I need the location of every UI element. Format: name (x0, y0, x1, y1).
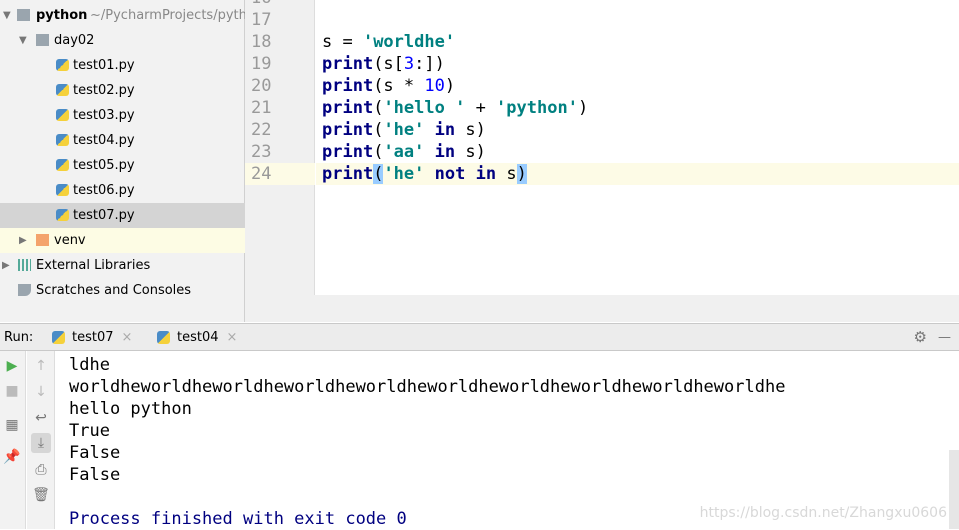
run-tab-test07[interactable]: test07 × (52, 324, 132, 351)
editor-bottom-area (245, 295, 959, 322)
print-icon[interactable]: ⎙ (31, 460, 51, 480)
code-line-24: print('he' not in s) (316, 163, 959, 185)
python-file-icon (56, 209, 69, 221)
tree-file[interactable]: test04.py (0, 128, 245, 153)
line-number: 18 (251, 32, 272, 52)
console-line: ldhe (69, 355, 110, 375)
code-editor[interactable]: s = 'worldhe' print(s[3:]) print(s * 10)… (316, 0, 959, 295)
gear-icon[interactable]: ⚙ (914, 324, 927, 351)
arrow-up-icon[interactable]: ↑ (31, 356, 51, 376)
watermark: https://blog.csdn.net/Zhangxu0606 (699, 505, 947, 521)
code-line-23: print('aa' in s) (322, 142, 486, 162)
library-icon (18, 259, 31, 271)
chevron-down-icon[interactable]: ▼ (3, 3, 11, 28)
tree-folder-day02[interactable]: ▼ day02 (0, 28, 245, 53)
console-line: False (69, 443, 121, 463)
chevron-down-icon[interactable]: ▼ (19, 28, 27, 53)
folder-icon (36, 34, 49, 46)
line-number: 16 (245, 0, 315, 9)
python-file-icon (56, 159, 69, 171)
arrow-down-icon[interactable]: ↓ (31, 382, 51, 402)
project-tree: ▼ python ~/PycharmProjects/pyth ▼ day02 … (0, 0, 247, 322)
rerun-icon[interactable]: ▶ (2, 356, 22, 376)
chevron-right-icon[interactable]: ▶ (2, 253, 10, 278)
console-line: False (69, 465, 121, 485)
python-icon (52, 331, 65, 344)
tree-file[interactable]: test07.py (0, 203, 245, 228)
pin-icon[interactable]: 📌 (2, 447, 22, 467)
line-number: 17 (251, 10, 272, 30)
close-icon[interactable]: × (227, 330, 238, 345)
scroll-to-end-icon[interactable]: ⤓ (31, 433, 51, 453)
console-line: Process finished with exit code 0 (69, 509, 407, 529)
tree-file[interactable]: test01.py (0, 53, 245, 78)
console-line: True (69, 421, 110, 441)
line-number: 22 (251, 120, 272, 140)
tree-file[interactable]: test06.py (0, 178, 245, 203)
line-number: 19 (251, 54, 272, 74)
tree-folder-venv[interactable]: ▶ venv (0, 228, 245, 253)
tree-external-libraries[interactable]: ▶ External Libraries (0, 253, 245, 278)
folder-icon (17, 9, 30, 21)
python-icon (157, 331, 170, 344)
code-line-19: print(s[3:]) (322, 54, 445, 74)
tree-file[interactable]: test02.py (0, 78, 245, 103)
run-left-toolbar: ▶ ■ ▦ 📌 (0, 351, 26, 529)
chevron-right-icon[interactable]: ▶ (19, 228, 27, 253)
soft-wrap-icon[interactable]: ↩ (31, 408, 51, 428)
minimize-icon[interactable]: — (938, 324, 951, 351)
code-line-20: print(s * 10) (322, 76, 456, 96)
run-tab-test04[interactable]: test04 × (157, 324, 237, 351)
line-number: 20 (251, 76, 272, 96)
close-icon[interactable]: × (122, 330, 133, 345)
scratches-icon (18, 284, 31, 296)
line-number: 21 (251, 98, 272, 118)
line-number-gutter: 161718192021222324 (245, 0, 315, 295)
line-number: 24 (245, 163, 315, 185)
console-output[interactable]: ldhe worldheworldheworldheworldheworldhew… (56, 351, 959, 529)
code-line-18: s = 'worldhe' (322, 32, 456, 52)
python-file-icon (56, 184, 69, 196)
tree-root[interactable]: ▼ python ~/PycharmProjects/pyth (0, 3, 247, 28)
tree-file[interactable]: test03.py (0, 103, 245, 128)
console-line: hello python (69, 399, 192, 419)
tree-scratches[interactable]: Scratches and Consoles (0, 278, 245, 303)
line-number: 23 (251, 142, 272, 162)
python-file-icon (56, 134, 69, 146)
scrollbar[interactable] (949, 450, 959, 529)
run-console-toolbar: ↑ ↓ ↩ ⤓ ⎙ 🗑 (27, 351, 55, 529)
python-file-icon (56, 84, 69, 96)
trash-icon[interactable]: 🗑 (31, 485, 51, 505)
code-line-21: print('hello ' + 'python') (322, 98, 589, 118)
layout-icon[interactable]: ▦ (2, 415, 22, 435)
tree-file[interactable]: test05.py (0, 153, 245, 178)
python-file-icon (56, 109, 69, 121)
stop-icon[interactable]: ■ (2, 381, 22, 401)
folder-icon (36, 234, 49, 246)
python-file-icon (56, 59, 69, 71)
run-toolbar: Run: test07 × test04 × ⚙ — (0, 323, 959, 351)
code-line-22: print('he' in s) (322, 120, 486, 140)
console-line: worldheworldheworldheworldheworldheworld… (69, 377, 786, 397)
